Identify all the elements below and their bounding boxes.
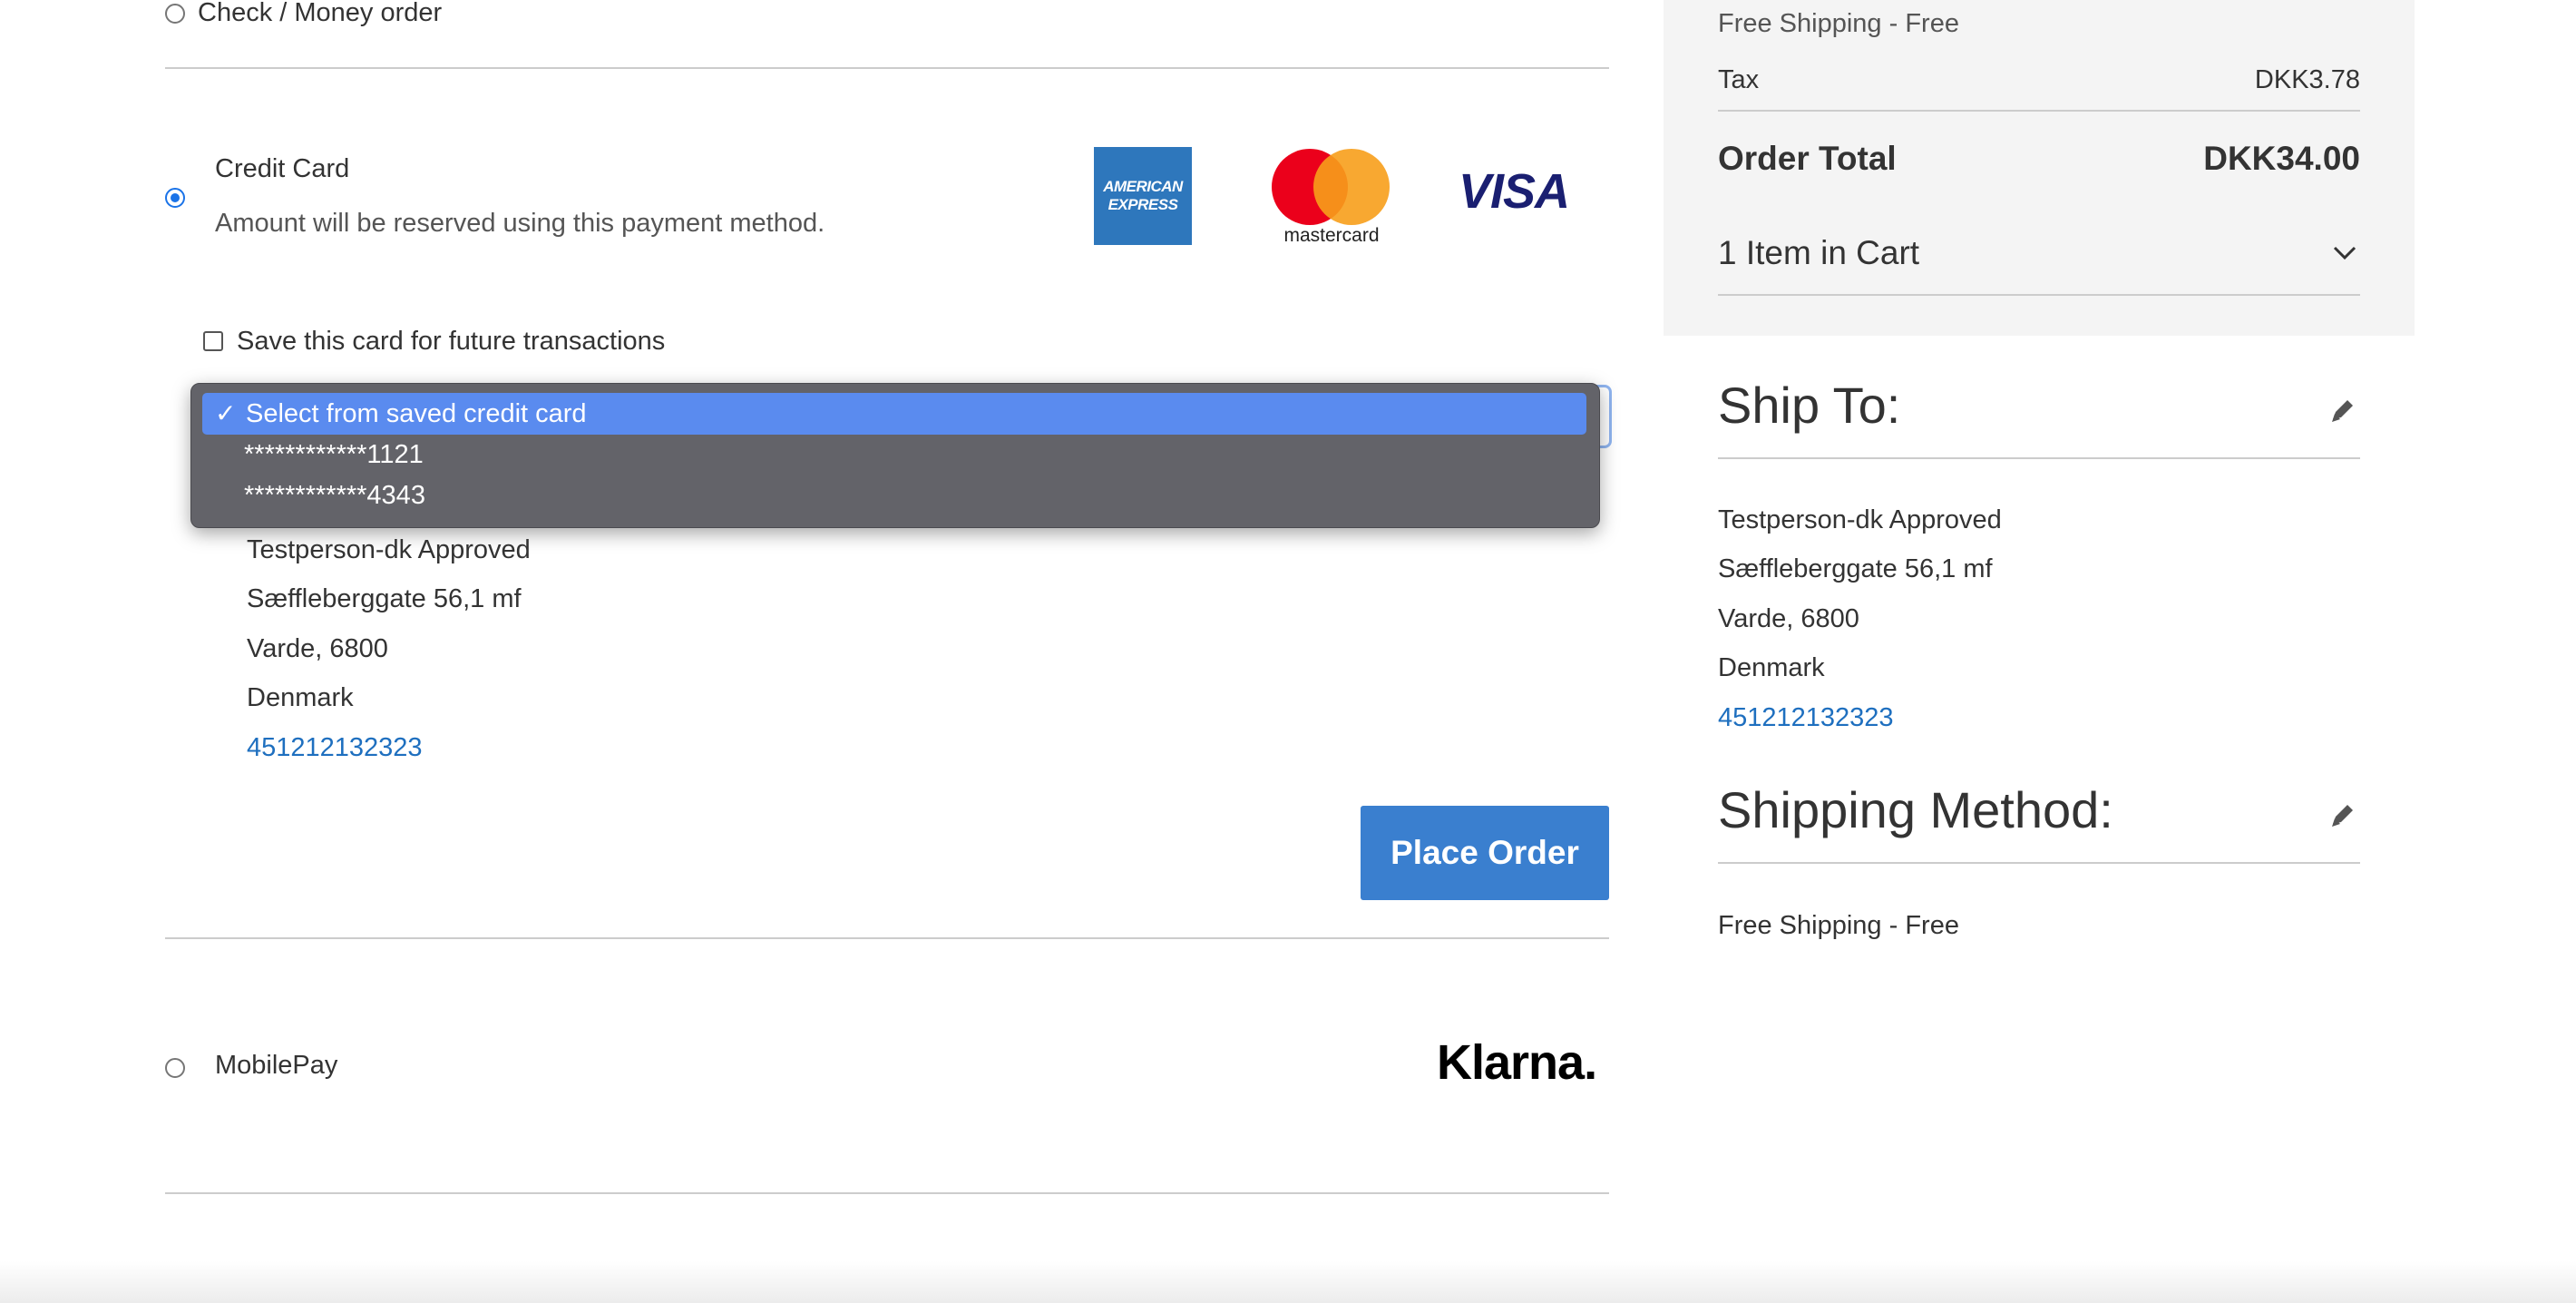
tax-value: DKK3.78 xyxy=(2254,65,2360,94)
dropdown-option-card-4343[interactable]: ************4343 xyxy=(202,475,1586,516)
save-card-label[interactable]: Save this card for future transactions xyxy=(237,325,665,358)
mastercard-logo: mastercard xyxy=(1268,149,1395,249)
ship-to-street: Sæffleberggate 56,1 mf xyxy=(1718,554,1993,583)
page-bottom-edge xyxy=(0,1261,2576,1303)
items-in-cart-toggle[interactable]: 1 Item in Cart xyxy=(1718,234,1919,272)
billing-country: Denmark xyxy=(247,683,354,712)
ship-to-phone-link[interactable]: 451212132323 xyxy=(1718,701,1894,734)
shipping-method-title: Shipping Method: xyxy=(1718,781,2113,838)
divider xyxy=(165,1192,1609,1194)
checkmark-icon: ✓ xyxy=(215,399,237,427)
order-total-label: Order Total xyxy=(1718,140,1897,177)
tax-label: Tax xyxy=(1718,65,1760,94)
ship-to-country: Denmark xyxy=(1718,653,1825,682)
klarna-logo: Klarna. xyxy=(1437,1035,1597,1090)
amex-logo: AMERICAN EXPRESS xyxy=(1094,147,1192,245)
shipping-value: Free Shipping - Free xyxy=(1718,9,1959,38)
credit-card-label[interactable]: Credit Card xyxy=(215,152,349,185)
mobilepay-radio[interactable] xyxy=(165,1058,185,1078)
pencil-icon[interactable] xyxy=(2327,396,2358,426)
divider xyxy=(165,67,1609,69)
saved-card-dropdown[interactable]: ✓ Select from saved credit card ********… xyxy=(190,383,1600,528)
order-total-value: DKK34.00 xyxy=(2203,140,2360,177)
ship-to-city: Varde, 6800 xyxy=(1718,604,1859,633)
dropdown-option-card-1121[interactable]: ************1121 xyxy=(202,434,1586,475)
mobilepay-label[interactable]: MobilePay xyxy=(215,1049,337,1082)
divider xyxy=(1718,862,2360,864)
pencil-icon[interactable] xyxy=(2327,800,2358,831)
ship-to-title: Ship To: xyxy=(1718,377,1901,434)
billing-street: Sæffleberggate 56,1 mf xyxy=(247,584,522,613)
visa-logo: VISA xyxy=(1459,164,1570,219)
shipping-method-value: Free Shipping - Free xyxy=(1718,911,1959,940)
credit-card-radio[interactable] xyxy=(165,188,185,208)
place-order-button[interactable]: Place Order xyxy=(1361,806,1609,900)
check-money-order-radio[interactable] xyxy=(165,4,185,24)
billing-name: Testperson-dk Approved xyxy=(247,535,531,564)
divider xyxy=(1718,294,2360,296)
billing-city: Varde, 6800 xyxy=(247,634,388,663)
chevron-down-icon[interactable] xyxy=(2331,241,2358,263)
divider xyxy=(1718,457,2360,459)
divider xyxy=(1718,110,2360,112)
dropdown-option-selected[interactable]: ✓ Select from saved credit card xyxy=(202,393,1586,435)
divider xyxy=(165,937,1609,939)
ship-to-name: Testperson-dk Approved xyxy=(1718,505,2002,534)
credit-card-note: Amount will be reserved using this payme… xyxy=(215,209,825,238)
check-money-order-label[interactable]: Check / Money order xyxy=(198,0,442,29)
billing-phone-link[interactable]: 451212132323 xyxy=(247,731,423,764)
save-card-checkbox[interactable] xyxy=(203,331,223,351)
